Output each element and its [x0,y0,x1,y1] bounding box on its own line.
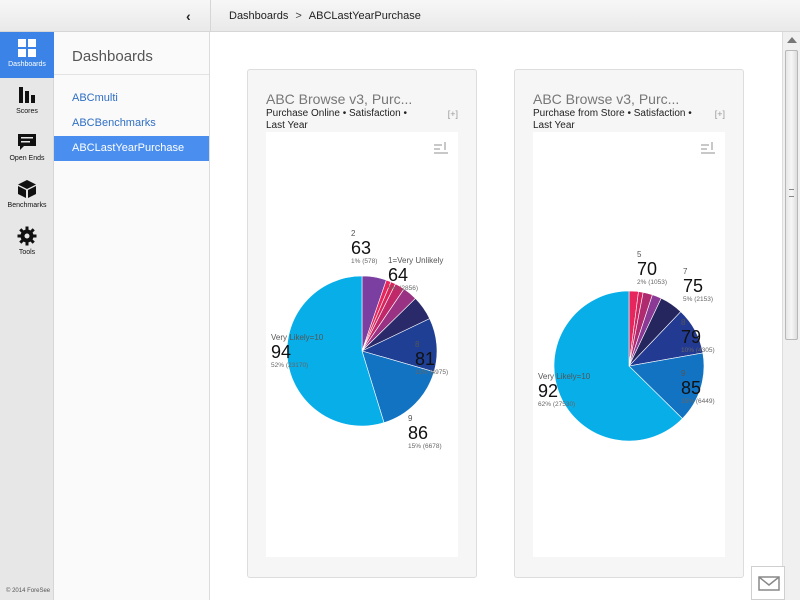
envelope-icon [758,576,780,591]
slice-detail: 15% (6678) [408,443,442,450]
slice-score: 86 [408,423,428,443]
rail-label: Benchmarks [7,202,47,209]
slice-detail: 1% (578) [351,258,377,265]
chart-card-online: ABC Browse v3, Purc... Purchase Online •… [247,69,477,578]
slice-detail: 52% (23170) [271,362,308,369]
slice-detail: 10% (4305) [681,347,715,354]
sidebar-item-abcbenchmarks[interactable]: ABCBenchmarks [54,111,209,136]
card-title: ABC Browse v3, Purc... [533,91,680,107]
slice-score: 63 [351,238,371,258]
breadcrumb: Dashboards > ABCLastYearPurchase [210,0,421,32]
slice-detail: 5% (2153) [683,296,713,303]
slice-score: 75 [683,276,703,296]
rail-label: Dashboards [8,61,46,68]
card-subtitle: Purchase Online • Satisfaction • Last Ye… [266,108,407,131]
slice-label: 5702% (1053) [637,250,667,286]
slice-score: 64 [388,265,408,285]
breadcrumb-root[interactable]: Dashboards [229,10,288,22]
breadcrumb-separator: > [295,10,302,22]
rail-item-open-ends[interactable]: Open Ends [0,126,54,172]
slice-label: 98615% (6678) [408,414,442,450]
slice-category-label: 9 [408,414,413,423]
icon-rail: Dashboards Scores Open Ends Benchmarks T… [0,32,54,600]
expand-button[interactable]: [+] [448,109,458,119]
slice-score: 81 [415,349,435,369]
slice-detail: 2% (1053) [637,279,667,286]
sidebar-item-abcmulti[interactable]: ABCmulti [54,86,209,111]
expand-button[interactable]: [+] [715,109,725,119]
grid-icon [18,39,36,57]
chart-area: 1=Very Unlikely 64 5% (2856) 2 63 1% (578) 8 81… [266,132,458,557]
slice-label: 1=Very Unlikely645% (2856) [388,256,443,292]
slice-category-label: 8 [681,318,686,327]
rail-item-dashboards[interactable]: Dashboards [0,32,54,78]
slice-detail: 5% (2856) [388,285,418,292]
copyright: © 2014 ForeSee [6,588,51,594]
divider [54,74,209,75]
slice-label: 2631% (578) [351,229,377,265]
slice-detail: 62% (27530) [538,401,575,408]
slice-score: 92 [538,381,558,401]
pie-chart: 5702% (1053) 7755% (2153) 87910% (4305) 985… [538,250,715,442]
grip-icon [789,189,794,197]
slice-category-label: Very Likely=10 [271,333,324,342]
top-bar: ‹ Dashboards > ABCLastYearPurchase [0,0,800,32]
slice-detail: 11% (4975) [415,369,448,376]
slice-category-label: 5 [637,250,642,259]
gear-icon [17,226,37,246]
page-scrollbar[interactable] [782,32,800,600]
slice-category-label: 2 [351,229,356,238]
card-title: ABC Browse v3, Purc... [266,91,413,107]
slice-detail: 15% (6449) [681,398,715,405]
rail-label: Open Ends [9,155,45,162]
bar-chart-icon [19,87,35,103]
sidebar-item-abclastyearpurchase[interactable]: ABCLastYearPurchase [54,136,209,161]
rail-label: Tools [18,249,36,256]
cube-icon [18,180,36,198]
slice-score: 79 [681,327,701,347]
slice-score: 85 [681,378,701,398]
card-subtitle: Purchase from Store • Satisfaction • Las… [533,108,692,131]
dashboards-sidebar: Dashboards ABCmulti ABCBenchmarks ABCLas… [54,32,210,600]
slice-category-label: 7 [683,267,688,276]
collapse-sidebar-icon[interactable]: ‹ [186,8,200,24]
slice-category-label: 1=Very Unlikely [388,256,443,265]
main-content: ABC Browse v3, Purc... Purchase Online •… [210,32,782,600]
slice-category-label: 8 [415,340,420,349]
slice-label: 7755% (2153) [683,267,713,303]
slice-score: 70 [637,259,657,279]
chart-card-store: ABC Browse v3, Purc... Purchase from Sto… [514,69,744,578]
scroll-up-icon[interactable] [787,37,797,43]
rail-item-benchmarks[interactable]: Benchmarks [0,173,54,219]
chart-area: 5 70 2% (1053) 7 75 5% (2153) 8 79 10% (4305) 9 85… [533,132,725,557]
feedback-button[interactable] [751,566,785,600]
slice-score: 94 [271,342,291,362]
slice-category-label: Very Likely=10 [538,372,591,381]
scroll-thumb[interactable] [785,50,798,340]
rail-item-scores[interactable]: Scores [0,79,54,125]
slice-category-label: 9 [681,369,686,378]
rail-item-tools[interactable]: Tools [0,220,54,266]
speech-bubble-icon [18,134,36,150]
sidebar-title: Dashboards [72,48,153,65]
breadcrumb-current: ABCLastYearPurchase [308,10,421,22]
pie-chart: 1=Very Unlikely645% (2856) 2631% (578) 881… [271,229,448,450]
rail-label: Scores [16,108,38,115]
